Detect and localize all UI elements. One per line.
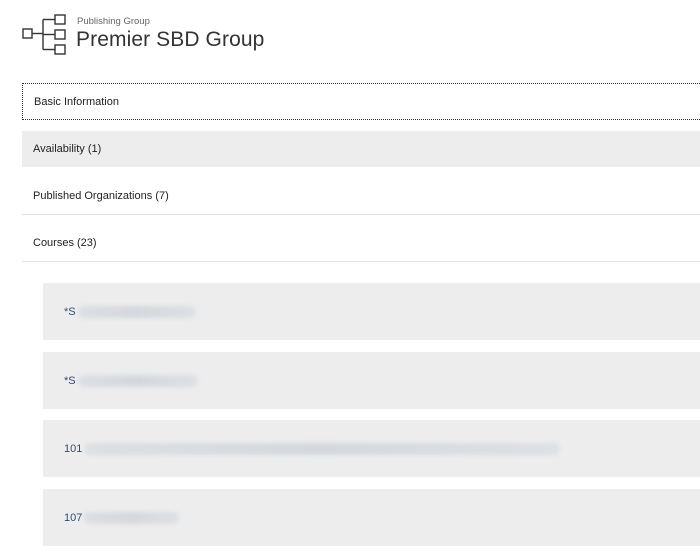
section-label: Basic Information: [34, 95, 119, 108]
course-item[interactable]: 101: [43, 420, 700, 477]
course-code: 107: [64, 511, 83, 524]
org-chart-icon: [22, 14, 66, 55]
section-basic-information[interactable]: Basic Information: [22, 83, 700, 120]
redacted-course-name: [84, 511, 180, 524]
page-title: Premier SBD Group: [76, 28, 265, 51]
redacted-course-name: [84, 442, 561, 455]
section-label: Availability (1): [33, 143, 102, 155]
section-availability[interactable]: Availability (1): [22, 131, 700, 167]
redacted-course-name: [77, 374, 198, 387]
course-code: *S: [64, 374, 76, 387]
course-code: 101: [64, 442, 83, 455]
section-label: Published Organizations (7): [33, 190, 169, 202]
section-courses[interactable]: Courses (23): [22, 225, 700, 262]
course-code: *S: [64, 305, 76, 318]
redacted-course-name: [77, 305, 196, 318]
section-label: Courses (23): [33, 237, 97, 249]
course-item[interactable]: 107: [43, 489, 700, 546]
course-item[interactable]: *S: [43, 283, 700, 340]
page-header: Publishing Group Premier SBD Group: [0, 0, 700, 80]
course-item[interactable]: *S: [43, 352, 700, 409]
page-subtitle: Publishing Group: [77, 16, 150, 27]
section-published-organizations[interactable]: Published Organizations (7): [22, 178, 700, 215]
